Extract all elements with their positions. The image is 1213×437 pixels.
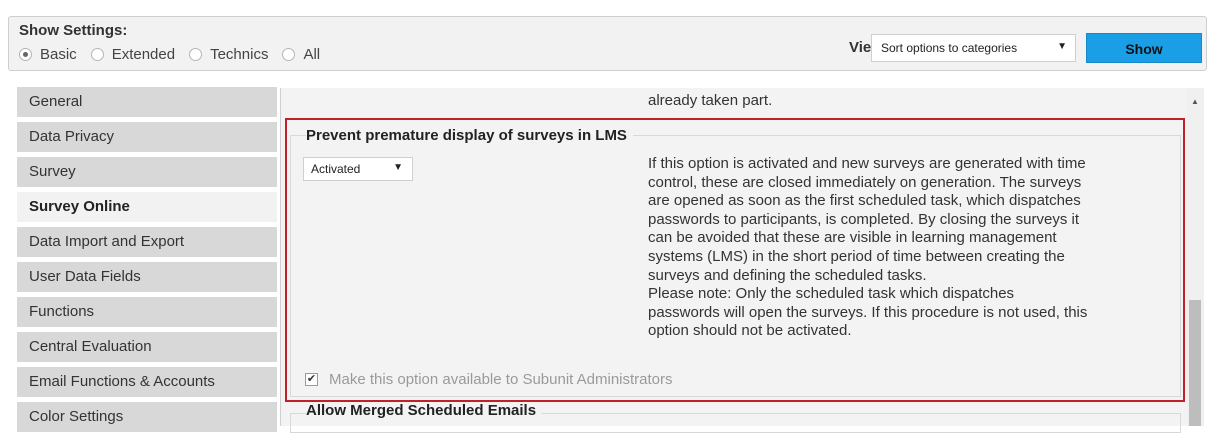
radio-all[interactable]: All <box>282 46 320 63</box>
radio-extended[interactable]: Extended <box>90 46 176 63</box>
option-description: If this option is activated and new surv… <box>648 155 1170 341</box>
scroll-up-icon[interactable]: ▲ <box>1191 97 1199 106</box>
description-line: can be avoided that these are visible in… <box>648 229 1057 247</box>
description-line: passwords will open the surveys. If this… <box>648 303 1088 321</box>
show-button[interactable]: Show <box>1086 33 1202 63</box>
description-line: surveys and defining the scheduled tasks… <box>648 266 927 284</box>
view-select-value: Sort options to categories <box>881 41 1018 55</box>
radio-extended-icon[interactable] <box>90 48 104 61</box>
subunit-admin-option[interactable]: ✔ Make this option available to Subunit … <box>305 371 673 388</box>
radio-all-icon[interactable] <box>282 48 296 61</box>
description-line: Please note: Only the scheduled task whi… <box>648 285 1015 303</box>
radio-technics-label: Technics <box>210 46 269 63</box>
sidebar-item-survey[interactable]: Survey <box>17 157 277 187</box>
sidebar-item-data-import-export[interactable]: Data Import and Export <box>17 227 277 257</box>
sidebar-item-user-data-fields[interactable]: User Data Fields <box>17 262 277 292</box>
sidebar-item-general[interactable]: General <box>17 87 277 117</box>
option-select-value: Activated <box>311 162 361 176</box>
description-line: passwords to participants, is completed.… <box>648 210 1080 228</box>
description-line: If this option is activated and new surv… <box>648 155 1086 172</box>
settings-radio-group: Basic Extended Technics All <box>19 46 334 63</box>
scrollbar-thumb[interactable] <box>1189 300 1201 426</box>
sidebar-item-central-evaluation[interactable]: Central Evaluation <box>17 332 277 362</box>
show-settings-title: Show Settings: <box>19 22 128 39</box>
description-line: option should not be activated. <box>648 322 852 340</box>
show-settings-bar: Show Settings: Basic Extended Technics A… <box>8 16 1207 71</box>
checkbox-checked-icon[interactable]: ✔ <box>305 373 318 386</box>
previous-description-tail: already taken part. <box>648 92 773 109</box>
sidebar-item-survey-online[interactable]: Survey Online <box>17 192 277 222</box>
radio-all-label: All <box>303 46 321 63</box>
sidebar: General Data Privacy Survey Survey Onlin… <box>17 87 277 437</box>
radio-basic-icon[interactable] <box>19 48 32 61</box>
radio-technics[interactable]: Technics <box>189 46 268 63</box>
chevron-down-icon: ▼ <box>393 162 403 173</box>
option-select[interactable]: Activated ▼ <box>303 157 413 181</box>
description-line: are opened as soon as the first schedule… <box>648 192 1081 210</box>
description-line: control, these are closed immediately on… <box>648 173 1082 191</box>
view-select[interactable]: Sort options to categories ▼ <box>871 34 1076 62</box>
next-option-title: Allow Merged Scheduled Emails <box>306 402 543 419</box>
radio-technics-icon[interactable] <box>189 48 203 61</box>
sidebar-item-functions[interactable]: Functions <box>17 297 277 327</box>
radio-basic[interactable]: Basic <box>19 46 77 63</box>
sidebar-item-color-settings[interactable]: Color Settings <box>17 402 277 432</box>
chevron-down-icon: ▼ <box>1057 41 1067 52</box>
option-title: Prevent premature display of surveys in … <box>306 127 633 144</box>
subunit-admin-label: Make this option available to Subunit Ad… <box>329 371 673 388</box>
radio-extended-label: Extended <box>111 46 176 63</box>
description-line: systems (LMS) in the short period of tim… <box>648 247 1065 265</box>
radio-basic-label: Basic <box>40 46 77 63</box>
sidebar-item-email-functions[interactable]: Email Functions & Accounts <box>17 367 277 397</box>
sidebar-item-data-privacy[interactable]: Data Privacy <box>17 122 277 152</box>
